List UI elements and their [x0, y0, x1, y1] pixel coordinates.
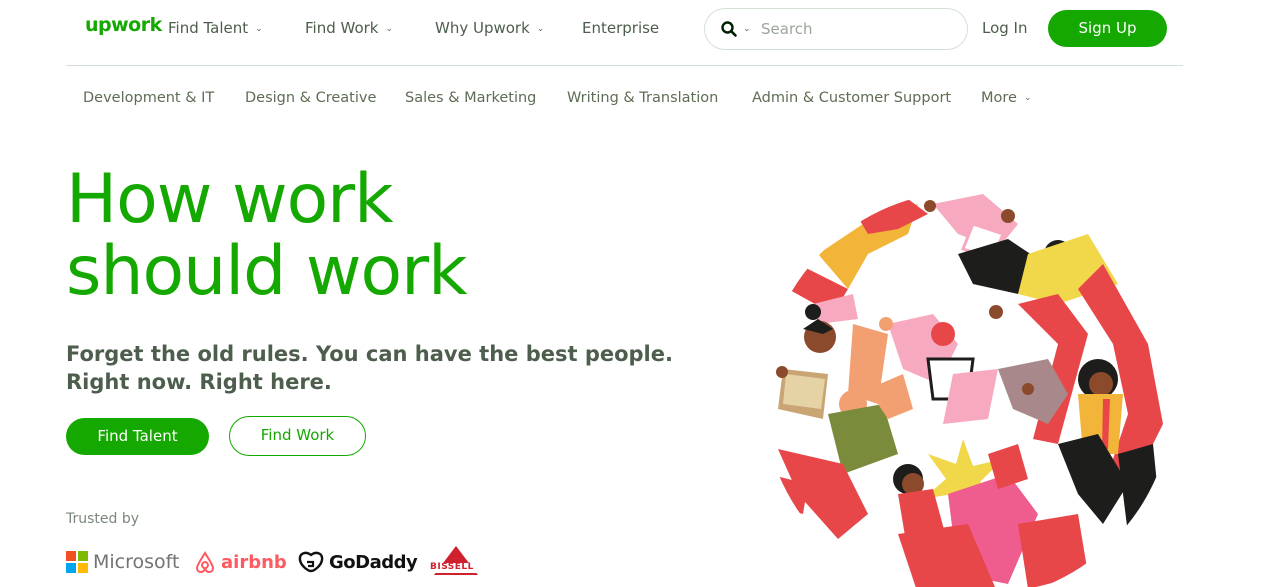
trusted-by-label: Trusted by	[66, 511, 140, 527]
hero-illustration	[758, 194, 1178, 587]
upwork-logo[interactable]: upwork	[85, 14, 162, 36]
godaddy-icon	[298, 551, 324, 573]
airbnb-wordmark: airbnb	[221, 551, 287, 573]
top-header: upwork Find Talent ⌄ Find Work ⌄ Why Upwor…	[0, 0, 1280, 58]
trusted-brands: Microsoft airbnb GoDaddy BISSELL	[66, 545, 496, 579]
chevron-down-icon: ⌄	[255, 24, 263, 34]
hero-title: How work should work	[66, 160, 467, 311]
bissell-mark: BISSELL	[428, 545, 484, 579]
find-talent-button[interactable]: Find Talent	[66, 418, 209, 455]
nav-find-work[interactable]: Find Work ⌄	[305, 19, 393, 37]
category-design-creative[interactable]: Design & Creative	[245, 90, 376, 106]
nav-why-upwork-label: Why Upwork	[435, 19, 530, 37]
chevron-down-icon: ⌄	[536, 24, 545, 34]
nav-find-talent-label: Find Talent	[168, 19, 249, 37]
category-development-it[interactable]: Development & IT	[83, 90, 214, 106]
category-sales-marketing[interactable]: Sales & Marketing	[405, 90, 536, 106]
category-admin-support[interactable]: Admin & Customer Support	[752, 90, 951, 106]
login-link[interactable]: Log In	[982, 19, 1028, 37]
hero-subtitle-line-2: Right now. Right here.	[66, 370, 332, 394]
search-type-chevron-icon[interactable]: ⌄	[743, 24, 751, 34]
godaddy-logo: GoDaddy	[298, 545, 418, 579]
microsoft-windows-icon	[66, 551, 88, 573]
nav-enterprise-label: Enterprise	[582, 19, 660, 37]
microsoft-logo: Microsoft	[66, 545, 179, 579]
airbnb-belo-icon	[195, 551, 215, 574]
search-box[interactable]: ⌄	[704, 8, 968, 50]
search-icon[interactable]	[720, 20, 738, 38]
bissell-wordmark: BISSELL	[430, 562, 474, 572]
hero-subtitle-line-1: Forget the old rules. You can have the b…	[66, 342, 673, 366]
signup-button[interactable]: Sign Up	[1048, 10, 1167, 47]
category-more[interactable]: More ⌄	[981, 90, 1032, 106]
chevron-down-icon: ⌄	[385, 24, 394, 34]
airbnb-logo: airbnb	[194, 545, 287, 579]
find-work-button[interactable]: Find Work	[229, 416, 366, 456]
bissell-logo: BISSELL	[428, 545, 484, 579]
nav-enterprise[interactable]: Enterprise	[582, 19, 659, 37]
hero-subtitle: Forget the old rules. You can have the b…	[66, 340, 673, 396]
nav-find-talent[interactable]: Find Talent ⌄	[168, 19, 263, 37]
header-divider	[66, 65, 1183, 66]
nav-why-upwork[interactable]: Why Upwork ⌄	[435, 19, 544, 37]
hero-title-line-2: should work	[66, 232, 467, 311]
search-input[interactable]	[761, 19, 951, 39]
category-more-label: More	[981, 90, 1017, 106]
people-circle-illustration	[763, 194, 1163, 587]
microsoft-wordmark: Microsoft	[93, 551, 180, 573]
category-writing-translation[interactable]: Writing & Translation	[567, 90, 718, 106]
hero-title-line-1: How work	[66, 160, 394, 239]
nav-find-work-label: Find Work	[305, 19, 379, 37]
godaddy-wordmark: GoDaddy	[329, 551, 418, 573]
chevron-down-icon: ⌄	[1023, 93, 1032, 103]
